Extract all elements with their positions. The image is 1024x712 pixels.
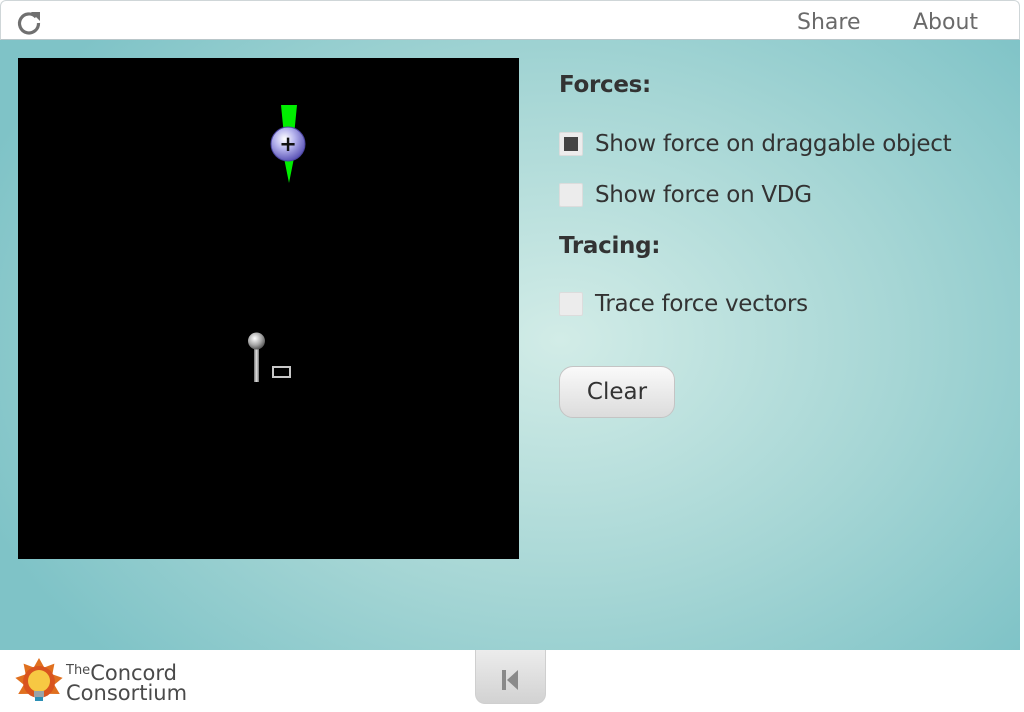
checkbox-checked-mark [564,137,578,151]
trace-force-vectors-checkbox[interactable] [559,292,583,316]
show-force-draggable-checkbox[interactable] [559,132,583,156]
skip-back-icon [502,670,518,690]
vdg-base-icon [272,366,291,378]
trace-force-vectors-option[interactable]: Trace force vectors [559,290,808,318]
show-force-vdg-option[interactable]: Show force on VDG [559,181,812,209]
draggable-charge[interactable]: + [270,126,306,162]
forces-heading: Forces: [559,72,651,98]
concord-logo-icon[interactable] [14,654,66,710]
reset-button[interactable] [475,650,546,704]
about-link[interactable]: About [913,10,978,35]
tracing-heading: Tracing: [559,233,661,259]
show-force-draggable-option[interactable]: Show force on draggable object [559,130,952,158]
bottom-bar: TheConcord Consortium [0,650,1020,712]
vdg-generator [248,332,265,382]
charge-symbol: + [279,132,297,156]
share-link[interactable]: Share [797,10,861,35]
show-force-vdg-checkbox[interactable] [559,183,583,207]
model-canvas[interactable]: + [18,58,519,559]
concord-logo-text: TheConcord Consortium [66,661,188,705]
main-area: + Forces: Show force on draggable object… [0,40,1020,650]
show-force-vdg-label: Show force on VDG [595,182,812,208]
reload-icon[interactable] [15,9,43,37]
top-bar: Share About [0,0,1020,40]
show-force-draggable-label: Show force on draggable object [595,131,952,157]
trace-force-vectors-label: Trace force vectors [595,291,808,317]
clear-button[interactable]: Clear [559,366,675,418]
